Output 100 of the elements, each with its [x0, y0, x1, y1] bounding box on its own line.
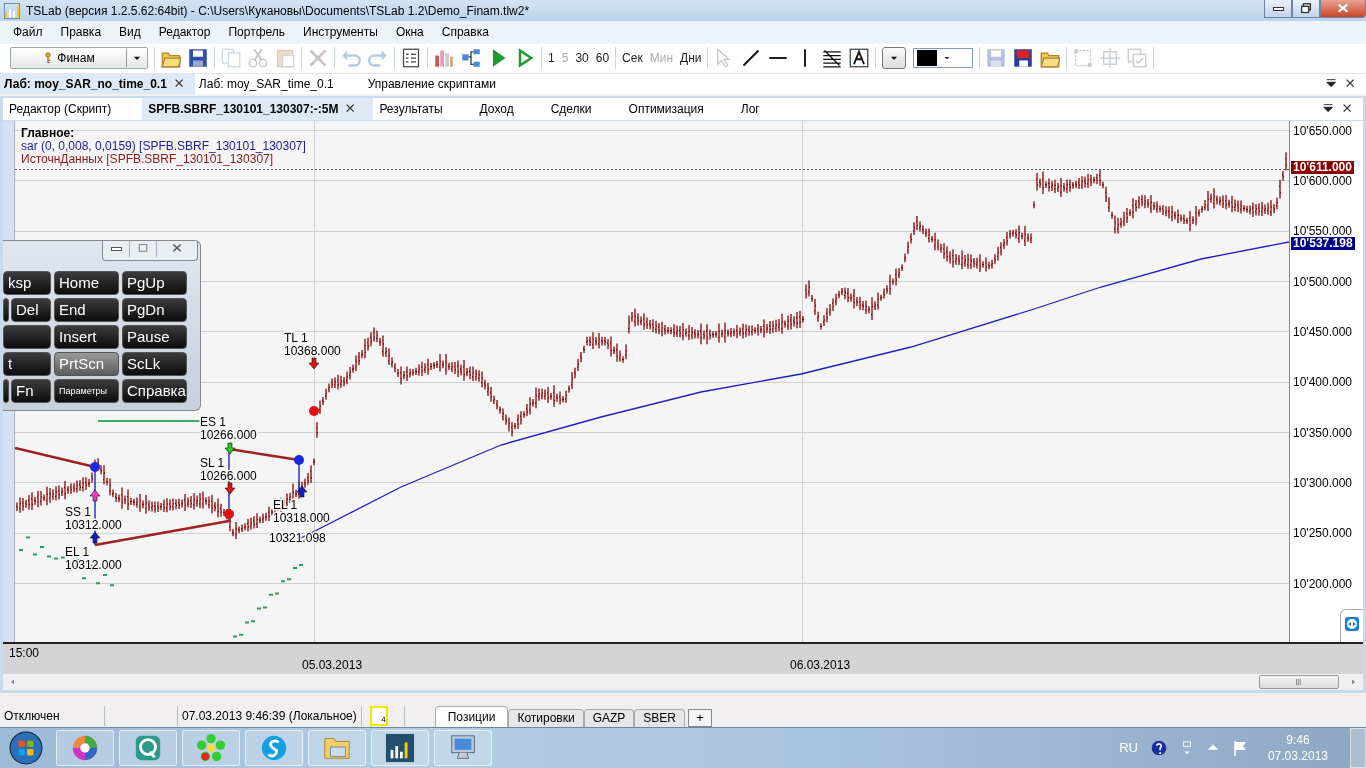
menu-item[interactable]: Инструменты [294, 25, 387, 40]
axis-label: 10'250.000 [1293, 527, 1352, 541]
text-frame-icon[interactable] [849, 48, 870, 69]
keyboard-key[interactable] [3, 324, 51, 349]
hatched-lines-icon[interactable] [822, 48, 843, 69]
diagonal-line-icon[interactable] [741, 48, 762, 69]
menu-item[interactable]: Редактор [149, 25, 220, 40]
tab[interactable]: GAZP [583, 708, 635, 727]
tab[interactable]: Лог [734, 97, 775, 120]
trade-marker [309, 405, 319, 416]
legend-title: Главное: [21, 126, 76, 140]
menu-item[interactable]: Окна [386, 25, 433, 40]
tab[interactable]: Редактор (Скрипт) [3, 97, 127, 120]
keyboard-key[interactable] [3, 297, 9, 322]
timeframe-button[interactable]: 30 [575, 51, 589, 66]
document-tab[interactable]: Лаб: moy_SAR_time_0.1 [194, 73, 342, 94]
menu-item[interactable]: Справка [432, 25, 498, 40]
cloud-phone-icon[interactable] [259, 733, 289, 763]
minimize-button[interactable] [1264, 0, 1292, 18]
broker-dropdown[interactable]: Финам [10, 47, 148, 70]
timeframe-button[interactable]: Дни [680, 51, 702, 66]
minimize-icon [1272, 6, 1284, 11]
notes-counter[interactable]: 4 [369, 705, 388, 726]
timeframe-button[interactable]: Сек [622, 51, 643, 66]
diagram-icon[interactable] [461, 48, 481, 69]
tab[interactable]: Результаты [373, 97, 458, 120]
chat-bubble-icon[interactable] [133, 733, 163, 763]
menu-item[interactable]: Вид [110, 25, 150, 40]
flag-icon [1231, 739, 1248, 757]
keyboard-key[interactable]: ScLk [122, 351, 187, 376]
tab[interactable]: Доход [473, 97, 529, 120]
axis-label: 10'200.000 [1293, 577, 1352, 591]
timeframe-button[interactable]: 60 [595, 51, 610, 66]
app-logo-icon [4, 2, 20, 19]
restore-button[interactable] [1292, 0, 1320, 18]
tab[interactable]: SBER [634, 708, 686, 727]
keyboard-key[interactable]: Pause [122, 324, 187, 349]
axis-label: 10'400.000 [1293, 376, 1352, 390]
keyboard-key[interactable]: Fn [11, 378, 51, 403]
keyboard-key[interactable]: End [54, 297, 119, 322]
legend-entry: ИсточнДанных [SPFB.SBRF_130101_130307] [21, 152, 274, 166]
axis-label: 10'450.000 [1293, 325, 1352, 339]
down-arrow-icon [308, 357, 320, 369]
keyboard-key[interactable] [3, 378, 9, 403]
tab-label: Управление скриптами [367, 76, 496, 91]
tab-label: Лог [740, 101, 760, 116]
down-arrow-icon [224, 442, 236, 454]
add-tab-button[interactable]: + [688, 708, 713, 727]
connection-status: Отключен [4, 708, 60, 723]
tab[interactable]: Позиции [434, 705, 509, 727]
bar-chart-icon[interactable] [434, 48, 454, 69]
keyboard-key[interactable]: Del [11, 297, 51, 322]
axis-label: 10'500.000 [1293, 275, 1352, 289]
close-button[interactable] [1320, 0, 1366, 18]
document-list-icon[interactable] [401, 48, 421, 69]
keyboard-key[interactable]: PgUp [122, 270, 187, 295]
remote-access-icon [1344, 615, 1360, 632]
up-arrow-icon [89, 531, 101, 543]
tab-label: Доход [479, 101, 514, 116]
tab[interactable]: Оптимизация [622, 97, 719, 120]
help-icon [1149, 739, 1168, 757]
color-wheel-icon[interactable] [70, 733, 100, 763]
close-icon [170, 242, 184, 255]
tab[interactable]: Сделки [544, 97, 607, 120]
keyboard-key[interactable]: PrtScn [54, 351, 119, 376]
dropdown-button[interactable] [882, 47, 907, 70]
document-tab[interactable]: Управление скриптами [363, 73, 504, 94]
color-picker[interactable] [913, 48, 974, 69]
keyboard-key[interactable]: Home [54, 270, 119, 295]
keyboard-key[interactable]: Параметры [54, 378, 119, 403]
tab-label: Оптимизация [628, 101, 704, 116]
keyboard-key[interactable]: Справка [122, 378, 187, 403]
flower-icon[interactable] [196, 733, 226, 763]
broker-name: Финам [57, 51, 95, 66]
axis-label: 10'650.000 [1293, 124, 1352, 138]
axis-label: 06.03.2013 [790, 657, 851, 672]
keyboard-key[interactable]: PgDn [122, 297, 187, 322]
keyboard-key[interactable]: ksp [3, 270, 51, 295]
trade-marker [294, 454, 304, 465]
menu-item[interactable]: Правка [51, 25, 111, 40]
trade-marker [224, 508, 234, 519]
tab[interactable]: SPFB.SBRF_130101_130307:-:5M [142, 97, 374, 120]
keyboard-key[interactable]: t [3, 351, 51, 376]
scrollbar-thumb[interactable] [1259, 674, 1339, 689]
axis-label: 05.03.2013 [302, 657, 363, 672]
window-title: TSLab (версия 1.2.5.62:64bit) - C:\Users\Кукановы\Documents\TSLab 1.2\Demo_Finam.tlw2* [26, 3, 531, 18]
keyboard-key[interactable]: Insert [54, 324, 119, 349]
bar-chart-icon[interactable] [385, 733, 415, 763]
menu-item[interactable]: Портфель [219, 25, 295, 40]
trade-label: ES 1 10266.000 [200, 414, 257, 442]
status-time: 07.03.2013 9:46:39 (Локальное) [182, 708, 357, 723]
axis-label: 10'350.000 [1293, 426, 1352, 440]
timeframe-button[interactable]: 1 [548, 51, 555, 66]
tab-label: Сделки [550, 101, 592, 116]
trade-label: 10321.098 [269, 530, 326, 545]
menu-item[interactable]: Файл [4, 25, 52, 40]
up-arrow-icon [89, 489, 101, 501]
tab[interactable]: Котировки [508, 708, 584, 727]
document-tab[interactable]: Лаб: moy_SAR_no_time_0.1 [0, 73, 195, 94]
legend-entry: sar (0, 0,008, 0,0159) [SPFB.SBRF_130101_130307] [21, 139, 306, 153]
